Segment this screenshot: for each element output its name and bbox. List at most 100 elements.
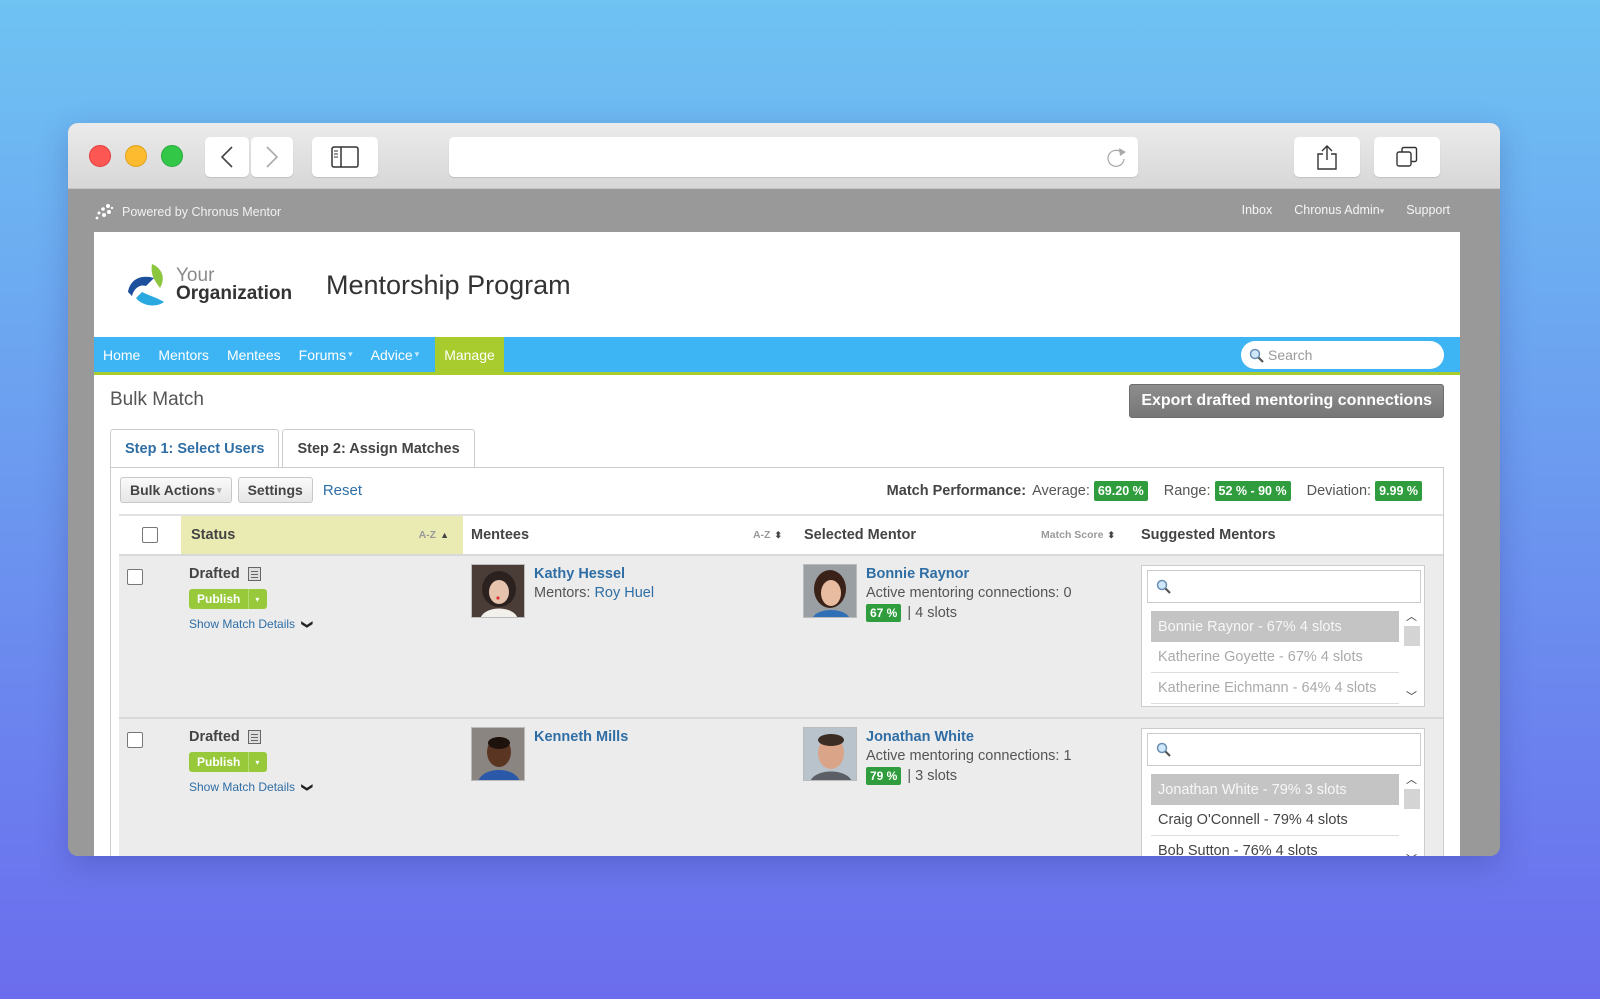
status-text: Drafted [189, 566, 240, 582]
mentor-slots: | 3 slots [907, 768, 958, 784]
tabs-overview-button[interactable] [1374, 137, 1440, 177]
suggested-scrollbar[interactable]: ︿ ﹀ [1402, 608, 1422, 704]
mentor-score: 79 % | 3 slots [866, 767, 957, 785]
scroll-up-icon[interactable]: ︿ [1406, 771, 1417, 787]
scroll-down-icon[interactable]: ﹀ [1406, 851, 1417, 856]
select-all-checkbox[interactable] [142, 527, 158, 543]
tab-select-users[interactable]: Step 1: Select Users [110, 429, 280, 467]
match-performance-label: Match Performance: [886, 483, 1027, 499]
mentor-name-link[interactable]: Jonathan White [866, 729, 974, 745]
nav-mentees[interactable]: Mentees [218, 337, 290, 372]
sort-both-icon: ⬍ [1107, 529, 1115, 540]
notes-icon[interactable] [247, 730, 261, 744]
scroll-up-icon[interactable]: ︿ [1406, 608, 1417, 624]
table-row: Drafted Publish ▾ Show Match Details ❯ K… [119, 717, 1443, 856]
mentor-avatar[interactable] [803, 564, 857, 618]
column-mentees-label: Mentees [471, 527, 530, 543]
show-match-details-link[interactable]: Show Match Details ❯ [189, 780, 314, 794]
export-drafted-button[interactable]: Export drafted mentoring connections [1129, 384, 1444, 418]
mentee-mentor-link[interactable]: Roy Huel [594, 585, 654, 601]
main-content: Your Organization Mentorship Program Hom… [94, 232, 1460, 856]
publish-button[interactable]: Publish [189, 589, 250, 609]
reset-link[interactable]: Reset [323, 482, 362, 499]
match-score-sort[interactable]: Match Score ⬍ [1041, 529, 1115, 541]
status-cell: Drafted Publish ▾ Show Match Details ❯ [189, 566, 313, 631]
publish-button[interactable]: Publish [189, 752, 250, 772]
maximize-window-button[interactable] [161, 145, 183, 167]
publish-dropdown-toggle[interactable]: ▾ [249, 752, 265, 772]
nav-home-label: Home [103, 346, 141, 363]
sidebar-icon [331, 146, 359, 168]
chronus-logo-icon [95, 204, 114, 220]
nav-home[interactable]: Home [94, 337, 149, 372]
mentee-mentors-label: Mentors: [534, 585, 591, 601]
account-menu-label: Chronus Admin [1294, 203, 1380, 217]
powered-by-text: Powered by Chronus Mentor [122, 205, 282, 219]
suggested-mentor-option[interactable]: Katherine Goyette - 67% 4 slots [1151, 642, 1399, 673]
suggested-search-input[interactable] [1175, 741, 1420, 758]
mentor-avatar[interactable] [803, 727, 857, 781]
publish-dropdown-toggle[interactable]: ▾ [249, 589, 265, 609]
inbox-link[interactable]: Inbox [1242, 203, 1273, 217]
program-header: Your Organization Mentorship Program [94, 232, 1460, 337]
column-mentees[interactable]: Mentees A-Z ⬍ [463, 516, 796, 554]
step-tabs: Step 1: Select Users Step 2: Assign Matc… [110, 429, 475, 468]
settings-button[interactable]: Settings [237, 477, 313, 503]
nav-advice[interactable]: Advice ▾ [362, 337, 429, 372]
account-menu[interactable]: Chronus Admin▾ [1294, 203, 1384, 217]
mentor-name-link[interactable]: Bonnie Raynor [866, 566, 969, 582]
column-status[interactable]: Status A-Z ▲ [181, 516, 463, 554]
share-button[interactable] [1294, 137, 1360, 177]
browser-toolbar [68, 123, 1500, 189]
suggested-mentor-option[interactable]: Bob Sutton - 76% 4 slots [1151, 836, 1399, 856]
scroll-thumb[interactable] [1404, 626, 1420, 646]
sort-both-icon: ⬍ [774, 529, 782, 540]
suggested-mentor-option[interactable]: Jonathan White - 79% 3 slots [1151, 774, 1399, 805]
suggested-search[interactable] [1147, 733, 1421, 766]
minimize-window-button[interactable] [125, 145, 147, 167]
mentor-connections: Active mentoring connections: 1 [866, 748, 1072, 764]
tab-assign-matches[interactable]: Step 2: Assign Matches [282, 429, 475, 468]
reload-icon[interactable] [1104, 146, 1128, 170]
mentee-name-link[interactable]: Kenneth Mills [534, 729, 628, 745]
forward-button[interactable] [251, 137, 293, 177]
logo-text-organization: Organization [176, 283, 293, 304]
powered-by: Powered by Chronus Mentor [94, 203, 281, 221]
mentee-name-link[interactable]: Kathy Hessel [534, 566, 625, 582]
notes-icon[interactable] [247, 567, 261, 581]
column-selected-mentor[interactable]: Selected Mentor Match Score ⬍ [796, 516, 1133, 554]
suggested-mentor-option[interactable]: Katherine Eichmann - 64% 4 slots [1151, 673, 1399, 704]
browser-window: Powered by Chronus Mentor Inbox Chronus … [68, 123, 1500, 856]
bulk-actions-button[interactable]: Bulk Actions ▾ [120, 477, 232, 503]
status-sort[interactable]: A-Z ▲ [419, 529, 449, 541]
page-title: Bulk Match [110, 389, 204, 410]
suggested-search-input[interactable] [1175, 578, 1420, 595]
row-checkbox[interactable] [127, 732, 143, 748]
mentee-avatar[interactable] [471, 727, 525, 781]
mentor-slots: | 4 slots [907, 605, 958, 621]
address-bar[interactable] [449, 137, 1138, 177]
site-search[interactable] [1241, 341, 1444, 369]
row-checkbox[interactable] [127, 569, 143, 585]
mentee-avatar[interactable] [471, 564, 525, 618]
organization-logo[interactable]: Your Organization [126, 262, 292, 308]
search-input[interactable] [1268, 347, 1428, 363]
sidebar-toggle-button[interactable] [312, 137, 378, 177]
suggested-mentor-option[interactable]: Craig O'Connell - 79% 4 slots [1151, 805, 1399, 836]
suggested-scrollbar[interactable]: ︿ ﹀ [1402, 771, 1422, 856]
nav-forums[interactable]: Forums ▾ [290, 337, 362, 372]
scroll-thumb[interactable] [1404, 789, 1420, 809]
suggested-search[interactable] [1147, 570, 1421, 603]
chevron-down-icon: ❯ [301, 782, 314, 792]
mentees-sort[interactable]: A-Z ⬍ [753, 529, 782, 541]
close-window-button[interactable] [89, 145, 111, 167]
support-link[interactable]: Support [1406, 203, 1450, 217]
scroll-down-icon[interactable]: ﹀ [1406, 688, 1417, 704]
nav-manage[interactable]: Manage [435, 337, 504, 372]
show-match-details-link[interactable]: Show Match Details ❯ [189, 617, 313, 631]
suggested-mentor-option[interactable]: Bonnie Raynor - 67% 4 slots [1151, 611, 1399, 642]
powered-strip: Powered by Chronus Mentor Inbox Chronus … [68, 190, 1500, 232]
nav-mentors[interactable]: Mentors [149, 337, 218, 372]
chevron-down-icon: ▾ [217, 484, 222, 495]
back-button[interactable] [205, 137, 249, 177]
